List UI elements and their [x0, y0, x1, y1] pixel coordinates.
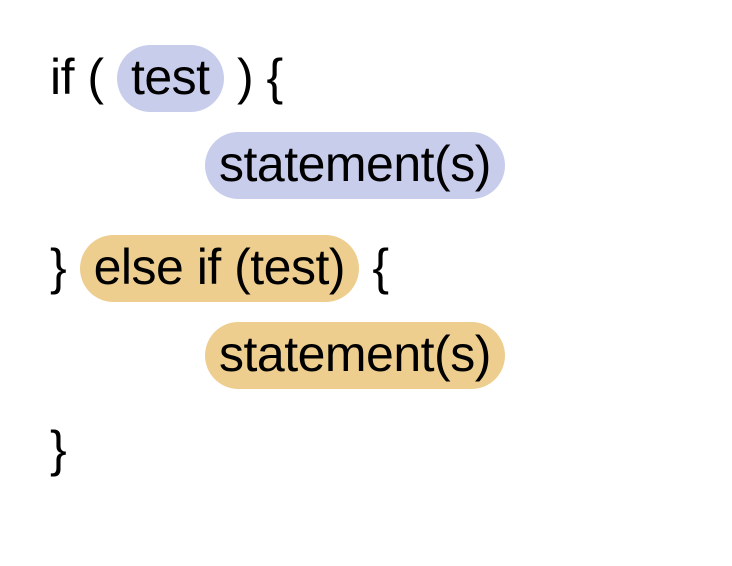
keyword-if: if: [50, 49, 74, 105]
test-pill-1: test: [117, 45, 224, 112]
code-line-1: if ( test ) {: [50, 40, 682, 115]
close-brace-1: }: [50, 239, 66, 295]
open-brace-1: {: [267, 49, 283, 105]
open-brace-2: {: [372, 239, 388, 295]
open-paren: (: [87, 49, 103, 105]
else-if-pill: else if (test): [80, 235, 359, 302]
statements-pill-1: statement(s): [205, 132, 505, 199]
statements-pill-2: statement(s): [205, 322, 505, 389]
code-line-5: }: [50, 412, 682, 487]
close-brace-2: }: [50, 421, 66, 477]
close-paren: ): [237, 49, 253, 105]
code-line-2: statement(s): [50, 127, 682, 202]
code-line-4: statement(s): [50, 317, 682, 392]
code-line-3: } else if (test) {: [50, 230, 682, 305]
